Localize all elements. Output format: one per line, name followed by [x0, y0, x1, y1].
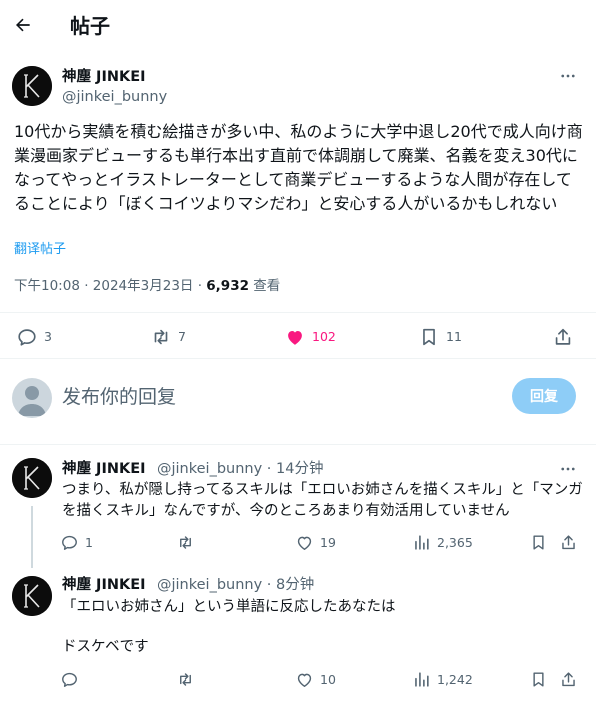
- comment-bookmark-button[interactable]: [529, 533, 548, 552]
- comment-author-name[interactable]: 神塵 JINKEI: [62, 576, 146, 594]
- repost-icon: [180, 536, 191, 549]
- divider: [0, 444, 596, 445]
- post-more-button[interactable]: [558, 66, 578, 86]
- comment-reply-button[interactable]: 1: [60, 533, 93, 552]
- bookmark-icon: [533, 672, 544, 687]
- share-icon: [555, 328, 571, 345]
- comment-like-count: 19: [320, 534, 336, 550]
- post-text: 10代から実績を積む絵描きが多い中、私のように大学中退し20代で成人向け商業漫画…: [14, 122, 583, 213]
- comment-meta[interactable]: @jinkei_bunny · 14分钟: [157, 460, 323, 478]
- like-icon: [288, 331, 302, 345]
- comment-like-button[interactable]: 10: [295, 670, 336, 689]
- comment-share-button[interactable]: [559, 533, 578, 552]
- repost-button[interactable]: 7: [150, 326, 186, 348]
- translate-post-link[interactable]: 翻译帖子: [14, 241, 66, 259]
- reply-icon: [62, 535, 77, 550]
- author-avatar[interactable]: [12, 66, 52, 106]
- divider: [0, 312, 596, 313]
- comment-views-count: 2,365: [437, 534, 473, 550]
- reply-icon: [62, 672, 77, 687]
- comment-bookmark-button[interactable]: [529, 670, 548, 689]
- top-bar: 帖子: [0, 0, 596, 53]
- current-user-avatar[interactable]: [12, 378, 52, 418]
- comment-author-name[interactable]: 神塵 JINKEI: [62, 460, 146, 478]
- default-avatar-icon: [18, 386, 46, 416]
- back-button[interactable]: [10, 12, 36, 38]
- author-handle[interactable]: @jinkei_bunny: [62, 88, 167, 106]
- comment-reply-button[interactable]: [60, 670, 79, 689]
- views-icon: [415, 672, 429, 687]
- comment-views-count: 1,242: [437, 671, 473, 687]
- like-button[interactable]: 102: [284, 326, 336, 348]
- repost-icon: [180, 673, 191, 686]
- divider: [0, 358, 596, 359]
- avatar-k-logo: [12, 576, 52, 616]
- comment-like-count: 10: [320, 671, 336, 687]
- comment-views-button[interactable]: 2,365: [412, 533, 473, 552]
- author-name[interactable]: 神塵 JINKEI: [62, 68, 146, 86]
- post-timestamp[interactable]: 下午10:08 · 2024年3月23日 ·: [14, 278, 206, 294]
- views-icon: [415, 535, 429, 550]
- like-icon: [297, 673, 312, 687]
- comment-text-line: 「エロいお姉さん」という単語に反応したあなたは: [62, 599, 396, 615]
- thread-line: [31, 506, 33, 568]
- comment-repost-button[interactable]: [176, 670, 195, 689]
- bookmark-icon: [423, 328, 435, 346]
- bookmark-count: 11: [446, 329, 462, 344]
- comment-text: つまり、私が隠し持ってるスキルは「エロいお姉さんを描くスキル」と「マンガを描くス…: [62, 482, 583, 519]
- like-count: 102: [312, 329, 336, 344]
- like-icon: [297, 536, 312, 550]
- comment-views-button[interactable]: 1,242: [412, 670, 473, 689]
- share-button[interactable]: [552, 326, 574, 348]
- reply-count: 3: [44, 329, 52, 344]
- back-arrow-icon: [16, 18, 30, 32]
- reply-icon: [18, 329, 36, 346]
- bookmark-button[interactable]: 11: [418, 326, 462, 348]
- share-icon: [562, 535, 575, 550]
- comment-text-line: ドスケベです: [62, 639, 149, 655]
- comment-share-button[interactable]: [559, 670, 578, 689]
- reply-button[interactable]: 3: [16, 326, 52, 348]
- avatar-k-logo: [12, 66, 52, 106]
- comment-reply-count: 1: [85, 534, 93, 550]
- reply-input[interactable]: 发布你的回复: [62, 384, 176, 410]
- repost-count: 7: [178, 329, 186, 344]
- comment-meta[interactable]: @jinkei_bunny · 8分钟: [157, 576, 314, 594]
- reply-submit-button[interactable]: 回复: [512, 378, 576, 414]
- post-meta: 下午10:08 · 2024年3月23日 · 6,932 查看: [14, 277, 280, 295]
- views-label: 查看: [248, 278, 281, 294]
- comment-repost-button[interactable]: [176, 533, 195, 552]
- repost-icon: [154, 329, 168, 345]
- views-count: 6,932: [206, 278, 249, 294]
- more-icon: [561, 74, 575, 78]
- comment-avatar[interactable]: [12, 458, 52, 498]
- more-icon: [561, 467, 575, 471]
- comment-like-button[interactable]: 19: [295, 533, 336, 552]
- avatar-k-logo: [12, 458, 52, 498]
- comment-more-button[interactable]: [558, 459, 578, 479]
- comment-avatar[interactable]: [12, 576, 52, 616]
- page-title: 帖子: [70, 14, 110, 38]
- bookmark-icon: [533, 535, 544, 550]
- share-icon: [562, 672, 575, 687]
